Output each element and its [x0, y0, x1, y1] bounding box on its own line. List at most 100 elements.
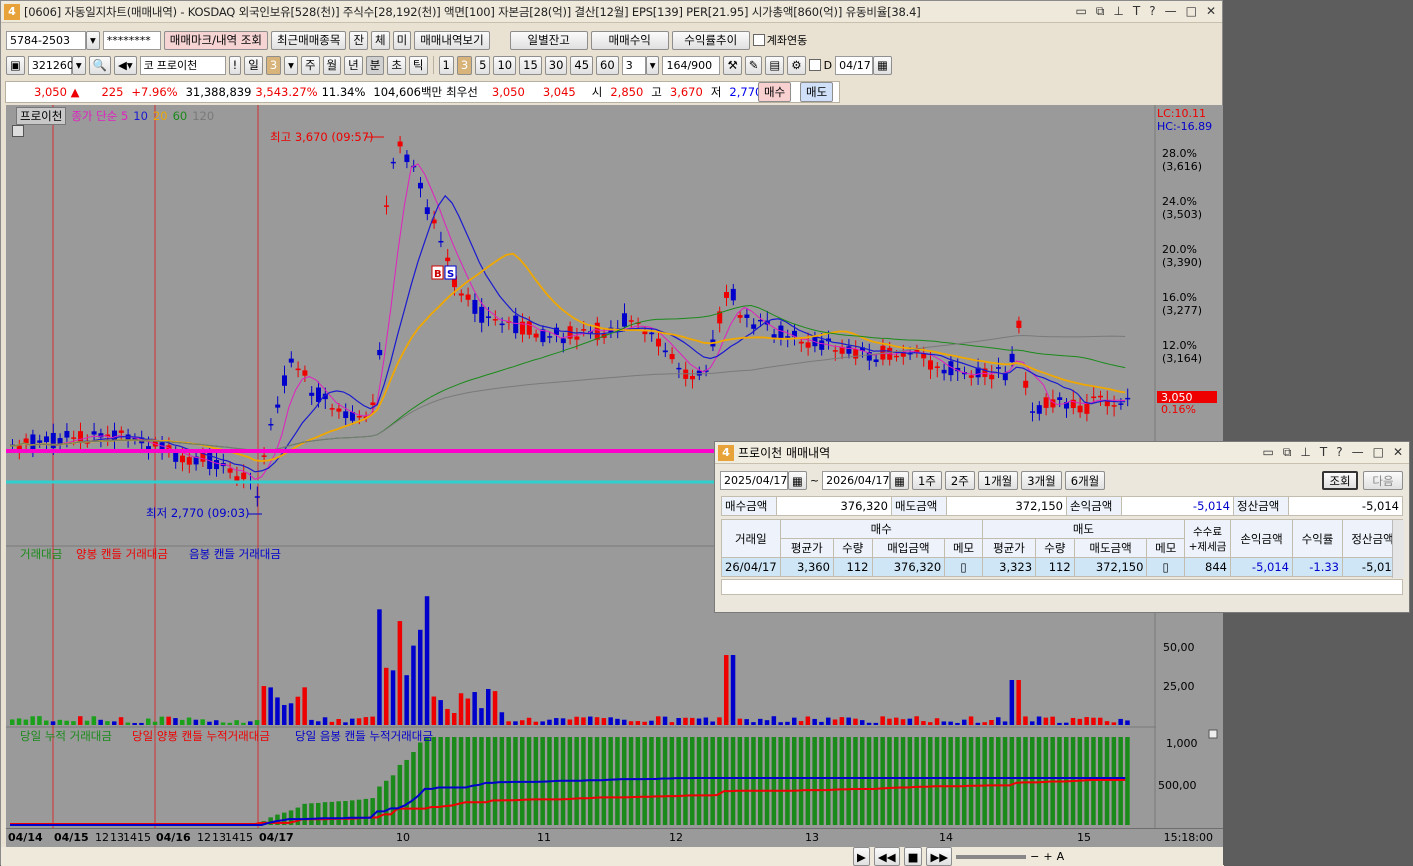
popup-pin-icon[interactable]: ⊥ [1300, 445, 1310, 460]
font-icon[interactable]: T [1133, 4, 1140, 19]
cumulative-bar [812, 737, 817, 825]
trade-view-button[interactable]: 매매내역보기 [414, 30, 490, 50]
minute-1[interactable]: 1 [438, 55, 454, 75]
range-1m[interactable]: 1개월 [977, 471, 1019, 490]
profit-trend-button[interactable]: 수익률추이 [671, 30, 750, 50]
popup-copy-icon[interactable]: ⧉ [1283, 445, 1292, 460]
search-icon[interactable]: 🔍 [88, 55, 111, 75]
table-row[interactable]: 26/04/17 3,360 112 376,320 ▯ 3,323 112 3… [721, 557, 1403, 577]
date-input[interactable]: 04/17 [835, 55, 874, 75]
scroll-first-icon[interactable]: ◀◀ [873, 847, 900, 866]
mi-button[interactable]: 미 [392, 30, 412, 50]
help-icon[interactable]: ? [1149, 4, 1155, 19]
date-to-calendar-icon[interactable]: ▦ [890, 471, 909, 490]
draw-icon[interactable]: ✎ [744, 55, 763, 75]
save-icon[interactable]: ▤ [765, 55, 785, 75]
minute-30[interactable]: 30 [544, 55, 568, 75]
period-week[interactable]: 주 [300, 55, 320, 75]
copy-window-icon[interactable]: ⧉ [1096, 4, 1105, 19]
candle-body [227, 468, 233, 473]
account-select[interactable]: 5784-2503 [6, 30, 86, 50]
popup-maximize-icon[interactable]: □ [1373, 445, 1384, 460]
date-from-calendar-icon[interactable]: ▦ [788, 471, 807, 490]
date-from-input[interactable]: 2025/04/17 [720, 471, 788, 490]
stock-name-field[interactable]: 코 프로이천 [139, 55, 226, 75]
query-button[interactable]: 조회 [1322, 471, 1358, 490]
minute-5[interactable]: 5 [475, 55, 491, 75]
pin-icon[interactable]: ⊥ [1113, 4, 1123, 19]
maximize-icon[interactable]: □ [1186, 4, 1197, 19]
speaker-icon[interactable]: ◀▾ [113, 55, 137, 75]
scroll-last-icon[interactable]: ▶▶ [926, 847, 953, 866]
window-title: [0606] 자동일지차트(매매내역) - KOSDAQ 외국인보유[528(천… [24, 4, 921, 19]
account-dropdown-icon[interactable]: ▾ [86, 30, 100, 50]
popup-help-icon[interactable]: ? [1336, 445, 1342, 460]
period-minute[interactable]: 분 [365, 55, 385, 75]
memo-icon[interactable]: ▯ [944, 557, 983, 577]
stop-icon[interactable]: ■ [903, 847, 923, 866]
period-month[interactable]: 월 [322, 55, 342, 75]
cum-axis-1: 1,000 [1166, 737, 1198, 750]
password-field[interactable]: ******** [102, 30, 161, 50]
range-1w[interactable]: 1주 [911, 471, 942, 490]
table-scrollbar[interactable] [1392, 520, 1404, 578]
period-num[interactable]: 3 [265, 55, 282, 75]
text-size-icon[interactable]: A [1057, 850, 1065, 863]
range-2w[interactable]: 2주 [944, 471, 975, 490]
th-sell-amt: 매도금액 [1073, 538, 1148, 558]
period-year[interactable]: 년 [344, 55, 363, 75]
calendar-icon[interactable]: ▦ [873, 55, 892, 75]
period-dropdown-icon[interactable]: ▾ [284, 55, 298, 75]
period-tick[interactable]: 틱 [408, 55, 428, 75]
volume-bar [1030, 721, 1035, 725]
jan-button[interactable]: 잔 [349, 30, 369, 50]
minute-10[interactable]: 10 [493, 55, 517, 75]
grid-toggle-icon[interactable] [12, 125, 24, 137]
minute-3[interactable]: 3 [456, 55, 473, 75]
code-input[interactable]: 321260 [27, 55, 74, 75]
candle-body [268, 423, 274, 426]
popup-layout-icon[interactable]: ▭ [1263, 445, 1274, 460]
vol-legend-up: 양봉 캔들 거래대금 [76, 547, 168, 561]
zoom-in-icon[interactable]: + [1043, 850, 1052, 863]
period-day[interactable]: 일 [244, 55, 263, 75]
chart-type-icon[interactable]: ▣ [6, 55, 25, 75]
sell-button[interactable]: 매도 [800, 82, 834, 102]
trade-mark-button[interactable]: 매매마크/내역 조회 [163, 30, 268, 50]
popup-close-icon[interactable]: ✕ [1393, 445, 1403, 460]
date-to-input[interactable]: 2026/04/17 [822, 471, 891, 490]
code-dropdown-icon[interactable]: ▾ [71, 55, 86, 75]
minute-60[interactable]: 60 [596, 55, 619, 75]
cumulative-bar [492, 737, 498, 825]
daily-balance-button[interactable]: 일별잔고 [509, 30, 588, 50]
cumulative-bar [778, 737, 783, 825]
close-icon[interactable]: ✕ [1206, 4, 1216, 19]
che-button[interactable]: 체 [371, 30, 390, 50]
interval-input[interactable]: 3 [621, 55, 646, 75]
tools-icon[interactable]: ⚒ [723, 55, 742, 75]
interval-dropdown-icon[interactable]: ▾ [645, 55, 660, 75]
recent-items-button[interactable]: 최근매매종목 [270, 30, 347, 50]
settings-gear-icon[interactable]: ⚙ [787, 55, 806, 75]
trade-profit-button[interactable]: 매매수익 [590, 30, 669, 50]
next-button[interactable]: 다음 [1363, 471, 1403, 490]
period-second[interactable]: 초 [387, 55, 406, 75]
popup-minimize-icon[interactable]: — [1352, 445, 1364, 460]
range-6m[interactable]: 6개월 [1064, 471, 1106, 490]
minute-15[interactable]: 15 [519, 55, 542, 75]
buy-button[interactable]: 매수 [758, 82, 792, 102]
layout-icon[interactable]: ▭ [1076, 4, 1087, 19]
memo-icon[interactable]: ▯ [1146, 557, 1185, 577]
zoom-out-icon[interactable]: − [1030, 850, 1039, 863]
date-checkbox[interactable] [808, 59, 821, 71]
popup-font-icon[interactable]: T [1320, 445, 1327, 460]
minute-45[interactable]: 45 [570, 55, 594, 75]
count-field[interactable]: 164 /900 [662, 55, 721, 75]
scroll-right-icon[interactable]: ▶ [853, 847, 870, 866]
account-link-checkbox[interactable] [752, 34, 765, 46]
minimize-icon[interactable]: — [1165, 4, 1177, 19]
zoom-slider[interactable] [956, 854, 1027, 859]
cumulative-bar [499, 737, 505, 825]
alert-icon[interactable]: ! [228, 55, 242, 75]
range-3m[interactable]: 3개월 [1021, 471, 1062, 490]
